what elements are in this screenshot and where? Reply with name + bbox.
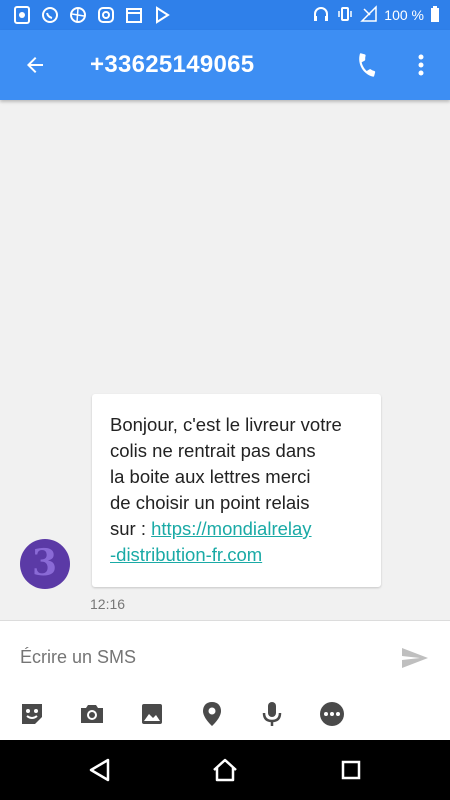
system-navigation-bar <box>0 740 450 800</box>
signal-icon <box>360 4 378 26</box>
back-arrow-icon[interactable] <box>0 30 70 100</box>
message-line: Bonjour, c'est le livreur votre <box>110 414 342 435</box>
phone-call-icon[interactable] <box>350 48 384 82</box>
headphones-icon <box>312 5 330 26</box>
contact-avatar[interactable]: 3 <box>20 539 70 589</box>
contact-phone-number: +33625149065 <box>90 51 255 78</box>
ball-icon <box>68 5 88 25</box>
nav-home-icon[interactable] <box>210 755 240 785</box>
sms-input[interactable] <box>20 645 380 669</box>
message-link-part-2[interactable]: -distribution-fr.com <box>110 544 262 565</box>
nav-recents-icon[interactable] <box>336 755 366 785</box>
image-icon[interactable] <box>137 699 167 729</box>
message-line: de choisir un point relais <box>110 492 310 513</box>
message-bubble[interactable]: Bonjour, c'est le livreur votre colis ne… <box>92 394 381 587</box>
message-line: colis ne rentrait pas dans <box>110 440 316 461</box>
battery-icon <box>430 5 440 26</box>
play-store-icon <box>152 5 172 25</box>
vibrate-icon <box>336 5 354 26</box>
composer <box>0 620 450 741</box>
location-icon[interactable] <box>197 699 227 729</box>
more-options-icon[interactable] <box>404 48 438 82</box>
app-bar: +33625149065 <box>0 30 450 100</box>
notification-app-icon <box>12 5 32 25</box>
nav-back-icon[interactable] <box>85 755 115 785</box>
battery-text: 100 % <box>384 7 424 23</box>
sticker-icon[interactable] <box>17 699 47 729</box>
microphone-icon[interactable] <box>257 699 287 729</box>
calendar-icon <box>124 5 144 25</box>
instagram-icon <box>96 5 116 25</box>
message-line: la boite aux lettres merci <box>110 466 311 487</box>
more-icon[interactable] <box>317 699 347 729</box>
message-line: sur : <box>110 518 152 539</box>
attachment-toolbar <box>0 699 450 733</box>
status-bar: 100 % <box>0 0 450 30</box>
message-timestamp: 12:16 <box>90 596 126 612</box>
avatar-initial: 3 <box>32 542 58 584</box>
camera-icon[interactable] <box>77 699 107 729</box>
send-icon[interactable] <box>400 643 430 673</box>
whatsapp-icon <box>40 5 60 25</box>
message-link-part-1[interactable]: https://mondialrelay <box>151 518 311 539</box>
message-text: Bonjour, c'est le livreur votre colis ne… <box>110 412 372 568</box>
